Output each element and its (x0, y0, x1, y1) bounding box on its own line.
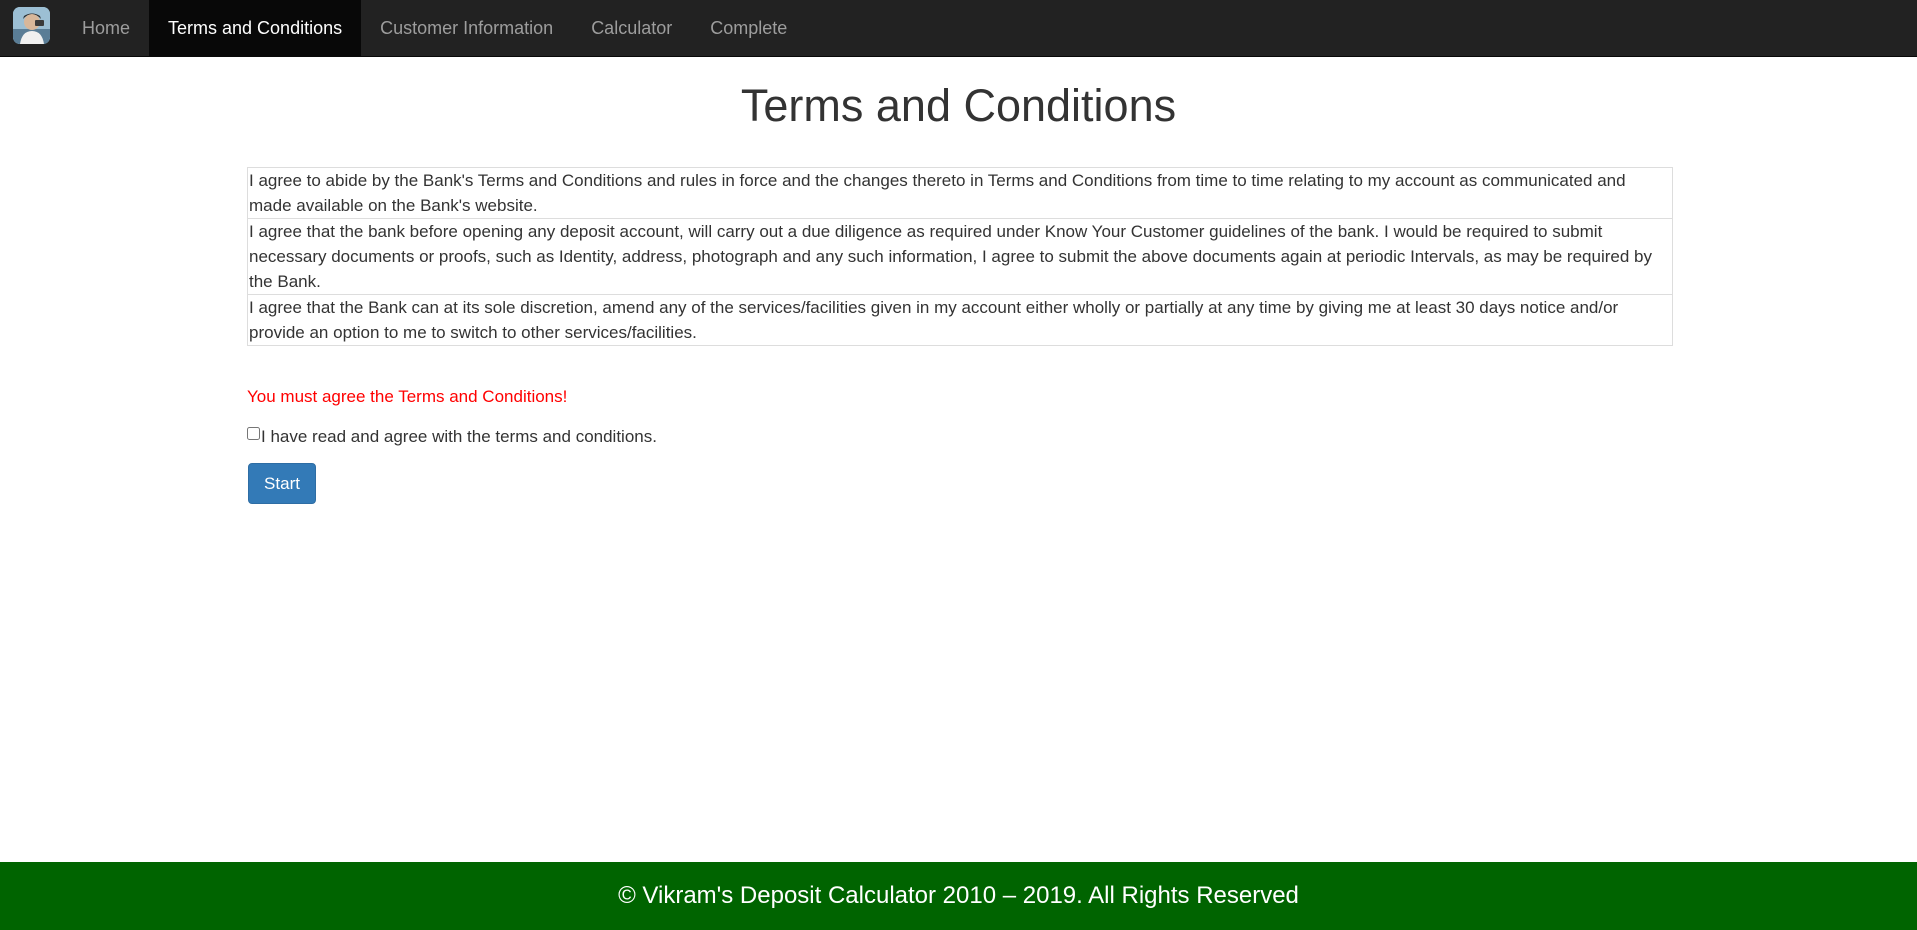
terms-table: I agree to abide by the Bank's Terms and… (247, 167, 1673, 346)
start-button[interactable]: Start (248, 463, 316, 504)
avatar-logo-icon[interactable] (13, 7, 50, 44)
nav-item-complete[interactable]: Complete (691, 0, 806, 56)
term-text: I agree that the Bank can at its sole di… (247, 294, 1673, 346)
error-message: You must agree the Terms and Conditions! (247, 387, 568, 406)
top-navbar: Home Terms and Conditions Customer Infor… (0, 0, 1917, 57)
agree-terms-row[interactable]: I have read and agree with the terms and… (247, 425, 657, 449)
table-row: I agree that the bank before opening any… (247, 218, 1673, 295)
nav-menu: Home Terms and Conditions Customer Infor… (63, 0, 806, 56)
agree-terms-checkbox[interactable] (247, 427, 260, 440)
page-title: Terms and Conditions (740, 80, 1177, 131)
footer: © Vikram's Deposit Calculator 2010 – 201… (0, 862, 1917, 930)
footer-copyright: © Vikram's Deposit Calculator 2010 – 201… (618, 882, 1299, 909)
nav-item-customer-information[interactable]: Customer Information (361, 0, 572, 56)
nav-item-terms-and-conditions[interactable]: Terms and Conditions (149, 0, 362, 56)
agree-terms-label: I have read and agree with the terms and… (261, 427, 657, 446)
nav-item-home[interactable]: Home (63, 0, 149, 56)
nav-item-calculator[interactable]: Calculator (572, 0, 691, 56)
term-text: I agree that the bank before opening any… (247, 218, 1673, 295)
table-row: I agree that the Bank can at its sole di… (247, 294, 1673, 346)
term-text: I agree to abide by the Bank's Terms and… (247, 167, 1673, 219)
table-row: I agree to abide by the Bank's Terms and… (247, 167, 1673, 219)
